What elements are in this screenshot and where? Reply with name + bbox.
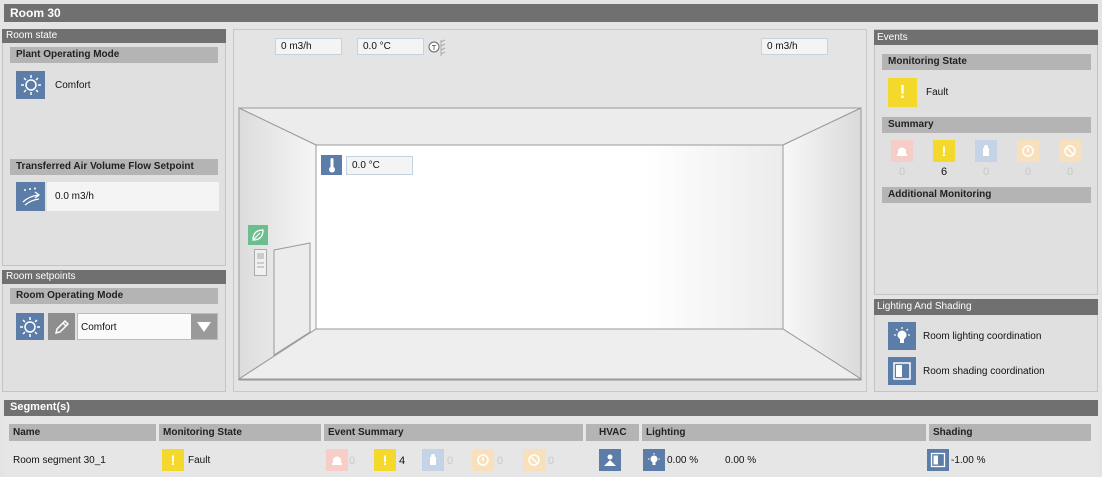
- room-setpoints-header: Room setpoints: [2, 270, 226, 284]
- leaf-icon: [252, 229, 264, 241]
- info-icon[interactable]: [1017, 140, 1039, 162]
- room-state-panel: [2, 29, 226, 266]
- maintenance-icon[interactable]: [422, 449, 444, 471]
- chevron-down-icon: [197, 321, 211, 332]
- disabled-icon[interactable]: [523, 449, 545, 471]
- summary-count-maintenance: 0: [982, 166, 990, 178]
- plant-mode-label: Plant Operating Mode: [10, 47, 218, 63]
- segment-count-alarm: 0: [349, 455, 356, 467]
- fault-icon[interactable]: !: [374, 449, 396, 471]
- plant-mode-value: Comfort: [55, 80, 91, 91]
- exhaust-flow-field: 0 m3/h: [761, 38, 828, 55]
- info-icon[interactable]: [472, 449, 494, 471]
- operating-mode-value: Comfort: [81, 322, 117, 333]
- segment-count-maintenance: 0: [447, 455, 454, 467]
- room-lighting-link[interactable]: Room lighting coordination: [923, 331, 1041, 342]
- fault-icon: !: [162, 449, 184, 471]
- title-bar: Room 30: [4, 4, 1098, 22]
- segment-lighting-1: 0.00 %: [667, 455, 699, 466]
- thermostat-icon: T: [428, 39, 448, 57]
- light-bulb-icon[interactable]: [888, 322, 916, 350]
- sun-icon: [16, 313, 44, 340]
- supply-flow-field: 0 m3/h: [275, 38, 342, 55]
- air-flow-value: 0.0 m3/h: [55, 191, 94, 202]
- segment-shading: -1.00 %: [951, 455, 986, 466]
- operating-mode-label: Room Operating Mode: [10, 288, 218, 304]
- segment-monitoring-state: Fault: [188, 455, 211, 466]
- room-illustration: [237, 107, 863, 381]
- additional-monitoring-label: Additional Monitoring: [882, 187, 1091, 203]
- monitoring-state-value: Fault: [926, 87, 949, 98]
- disabled-icon[interactable]: [1059, 140, 1081, 162]
- room-shading-link[interactable]: Room shading coordination: [923, 366, 1045, 377]
- column-header-lighting: Lighting: [642, 424, 926, 441]
- column-header-name: Name: [9, 424, 156, 441]
- fault-icon[interactable]: !: [933, 140, 955, 162]
- alarm-icon[interactable]: [326, 449, 348, 471]
- segments-header: Segment(s): [4, 400, 1098, 416]
- room-state-header: Room state: [2, 29, 226, 43]
- air-flow-label: Transferred Air Volume Flow Setpoint: [10, 159, 218, 175]
- svg-text:T: T: [432, 45, 437, 52]
- column-header-monitoring-state: Monitoring State: [159, 424, 321, 441]
- hvac-icon[interactable]: [599, 449, 621, 471]
- summary-count-disabled: 0: [1066, 166, 1074, 178]
- summary-count-fault: 6: [940, 166, 948, 178]
- airflow-icon: [16, 182, 45, 211]
- edit-button[interactable]: [48, 313, 75, 340]
- monitoring-state-label: Monitoring State: [882, 54, 1091, 70]
- shading-icon[interactable]: [888, 357, 916, 385]
- pencil-icon: [54, 319, 69, 334]
- column-header-event-summary: Event Summary: [324, 424, 583, 441]
- sun-icon: [16, 71, 45, 99]
- leaf-button[interactable]: [248, 225, 268, 245]
- segment-name[interactable]: Room segment 30_1: [13, 455, 106, 466]
- light-bulb-icon[interactable]: [643, 449, 665, 471]
- events-header: Events: [874, 30, 1098, 45]
- dropdown-button[interactable]: [191, 314, 217, 339]
- operating-mode-select[interactable]: Comfort: [77, 313, 218, 340]
- room-panel-device[interactable]: [254, 249, 267, 276]
- segment-count-info: 0: [497, 455, 504, 467]
- alarm-icon[interactable]: [891, 140, 913, 162]
- summary-label: Summary: [882, 117, 1091, 133]
- supply-temp-field: 0.0 °C: [357, 38, 424, 55]
- summary-count-alarm: 0: [898, 166, 906, 178]
- room-temp-field: 0.0 °C: [346, 156, 413, 175]
- thermometer-icon: [321, 155, 342, 175]
- segment-count-disabled: 0: [548, 455, 555, 467]
- maintenance-icon[interactable]: [975, 140, 997, 162]
- fault-icon: !: [888, 78, 917, 107]
- segment-lighting-2: 0.00 %: [725, 455, 757, 466]
- column-header-hvac: HVAC: [586, 424, 639, 441]
- page-title: Room 30: [10, 6, 61, 20]
- column-header-shading: Shading: [929, 424, 1091, 441]
- segment-count-fault: 4: [399, 455, 406, 467]
- lighting-shading-header: Lighting And Shading: [874, 299, 1098, 315]
- shading-icon[interactable]: [927, 449, 949, 471]
- summary-count-info: 0: [1024, 166, 1032, 178]
